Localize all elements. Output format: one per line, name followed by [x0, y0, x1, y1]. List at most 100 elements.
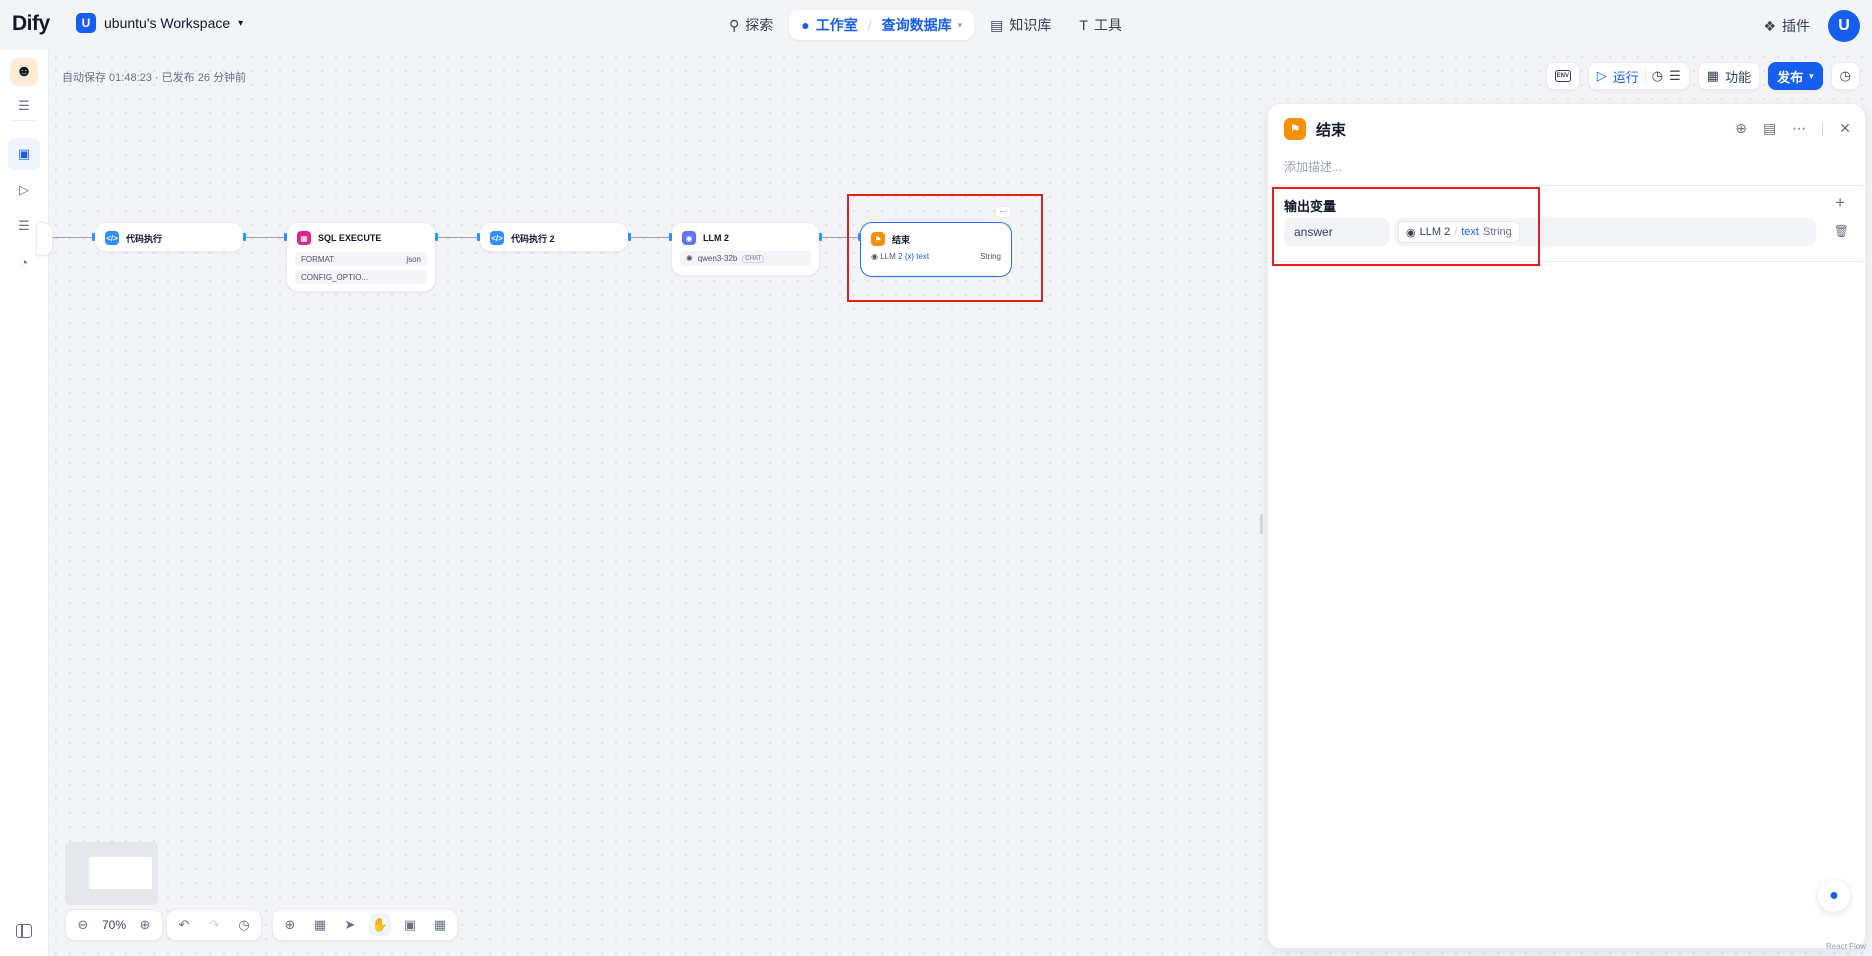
node-output-handle[interactable]	[628, 233, 631, 241]
workflow-orchestrate-icon[interactable]: ▣	[8, 138, 40, 170]
node-output-handle[interactable]	[819, 233, 822, 241]
publish-button[interactable]: 发布 ▾	[1768, 62, 1823, 90]
node-sql-execute[interactable]: ▦ SQL EXECUTE FORMAT json CONFIG_OPTIO..…	[286, 222, 436, 292]
zoom-in-icon[interactable]: ⊕	[134, 914, 156, 936]
logs-icon[interactable]: ☰	[12, 214, 36, 238]
history-icon[interactable]: ◷	[233, 914, 255, 936]
add-note-icon[interactable]: ▦	[309, 914, 331, 936]
pointer-icon[interactable]: ➤	[339, 914, 361, 936]
workspace-switcher[interactable]: U ubuntu's Workspace ▾	[76, 13, 243, 33]
node-code-execution-2[interactable]: </> 代码执行 2	[479, 222, 629, 252]
features-button[interactable]: ▦ 功能	[1697, 62, 1761, 90]
top-right-actions: ❖ 插件 U	[1763, 10, 1860, 42]
canvas-toolbar: ENV ▷ 运行 ◷ ☰ ▦ 功能 发布 ▾ ◷	[1545, 62, 1860, 90]
more-icon[interactable]: ⋯	[1792, 120, 1806, 137]
nav-explore[interactable]: ⚲ 探索	[717, 10, 785, 40]
compass-icon: ⚲	[729, 16, 740, 33]
current-app-name[interactable]: 查询数据库	[882, 15, 952, 35]
monitor-gauge-icon[interactable]: ◔	[12, 250, 36, 274]
zoom-out-icon[interactable]: ⊖	[72, 914, 94, 936]
model-name: qwen3-32b	[697, 254, 738, 263]
end-flag-icon: ⚑	[1284, 118, 1306, 140]
redo-icon[interactable]: ↷	[203, 914, 225, 936]
workspace-name: ubuntu's Workspace	[104, 15, 231, 31]
node-output-handle[interactable]	[435, 233, 438, 241]
hand-icon[interactable]: ✋	[369, 914, 391, 936]
nav-studio[interactable]: ● 工作室 / 查询数据库 ▾	[789, 10, 975, 40]
param-key: CONFIG_OPTIO...	[301, 272, 369, 282]
nav-knowledge-label: 知识库	[1009, 17, 1052, 33]
book-icon: ▤	[990, 16, 1004, 33]
zoom-controls: ⊖ 70% ⊕	[65, 909, 164, 941]
minimap[interactable]	[65, 842, 158, 905]
plugins-button[interactable]: ❖ 插件	[1763, 16, 1810, 36]
checklist-icon[interactable]: ☰	[1669, 68, 1681, 84]
history-icon: ◷	[1839, 68, 1851, 83]
add-variable-icon[interactable]: +	[1835, 193, 1845, 213]
node-code-execution[interactable]: </> 代码执行	[94, 222, 244, 252]
nav-knowledge[interactable]: ▤ 知识库	[978, 10, 1063, 40]
panel-title[interactable]: 结束	[1316, 119, 1346, 140]
canvas-tools: ⊕ ▦ ➤ ✋ ▣ ▦	[272, 909, 458, 941]
param-key: FORMAT	[301, 254, 335, 264]
app-robot-icon[interactable]: ☻	[10, 58, 38, 86]
terminal-icon[interactable]: ▷	[12, 178, 36, 202]
play-icon[interactable]: ▷	[1597, 68, 1607, 84]
workflow-edge	[629, 237, 672, 238]
react-flow-attribution[interactable]: React Flow	[1826, 942, 1866, 951]
node-title: SQL EXECUTE	[318, 233, 382, 243]
run-button[interactable]: 运行	[1613, 67, 1639, 86]
features-label: 功能	[1725, 69, 1752, 85]
publish-label: 发布	[1777, 69, 1804, 85]
add-node-icon[interactable]: ⊕	[279, 914, 301, 936]
undo-icon[interactable]: ↶	[173, 914, 195, 936]
node-llm-2[interactable]: ◉ LLM 2 ✺ qwen3-32b CHAT	[671, 222, 820, 276]
workflow-edge	[244, 237, 286, 238]
features-icon: ▦	[1706, 68, 1720, 83]
node-input-handle[interactable]	[477, 233, 480, 241]
workflow-node-partial[interactable]	[36, 222, 53, 256]
node-title: 代码执行	[126, 233, 163, 244]
trash-icon[interactable]: 🗑	[1834, 224, 1849, 238]
app-sidebar: ☻ ☰ ▣ ▷ ☰ ◔	[0, 50, 49, 956]
env-button[interactable]: ENV	[1545, 62, 1580, 90]
node-output-handle[interactable]	[243, 233, 246, 241]
panel-resize-handle[interactable]	[1260, 514, 1263, 534]
panel-actions-divider	[1822, 121, 1824, 136]
nav-tools-label: 工具	[1093, 17, 1122, 33]
version-history-button[interactable]: ◷	[1830, 62, 1860, 90]
node-input-handle[interactable]	[92, 233, 95, 241]
organize-blocks-icon[interactable]: ▦	[429, 914, 451, 936]
export-image-icon[interactable]: ▣	[399, 914, 421, 936]
nav-studio-label: 工作室	[815, 17, 858, 33]
panel-header: ⚑ 结束	[1284, 118, 1346, 140]
model-provider-icon: ✺	[686, 254, 693, 263]
node-header: </> 代码执行 2	[480, 223, 628, 245]
sliders-icon[interactable]: ☰	[12, 94, 36, 118]
node-input-handle[interactable]	[284, 233, 287, 241]
locate-icon[interactable]: ⊕	[1735, 120, 1747, 137]
close-icon[interactable]: ✕	[1839, 120, 1851, 137]
history-run-icon[interactable]: ◷	[1652, 68, 1663, 84]
autosave-status: 自动保存 01:48:23 · 已发布 26 分钟前	[62, 72, 246, 84]
chat-assistant-icon[interactable]: ●	[1818, 880, 1850, 912]
description-input[interactable]: 添加描述...	[1284, 158, 1342, 175]
chevron-down-icon: ▾	[957, 19, 963, 30]
user-avatar[interactable]: U	[1828, 10, 1860, 42]
help-doc-icon[interactable]: ▤	[1763, 120, 1776, 137]
code-icon: </>	[490, 231, 504, 245]
nav-explore-label: 探索	[745, 17, 774, 33]
chevron-down-icon: ▾	[238, 17, 244, 29]
zoom-level[interactable]: 70%	[102, 918, 126, 932]
top-bar: Dify U ubuntu's Workspace ▾ ⚲ 探索 ● 工作室 /…	[0, 0, 1872, 50]
hammer-icon: T	[1079, 17, 1088, 33]
node-input-handle[interactable]	[669, 233, 672, 241]
minimap-viewport[interactable]	[89, 857, 152, 889]
sidebar-divider	[10, 120, 38, 121]
model-row: ✺ qwen3-32b CHAT	[680, 251, 811, 266]
nav-tools[interactable]: T 工具	[1067, 10, 1134, 40]
main-nav: ⚲ 探索 ● 工作室 / 查询数据库 ▾ ▤ 知识库 T 工具	[717, 10, 1134, 40]
panel-divider	[1268, 185, 1865, 186]
dify-logo[interactable]: Dify	[12, 12, 50, 36]
sidebar-toggle-icon[interactable]	[16, 924, 32, 938]
